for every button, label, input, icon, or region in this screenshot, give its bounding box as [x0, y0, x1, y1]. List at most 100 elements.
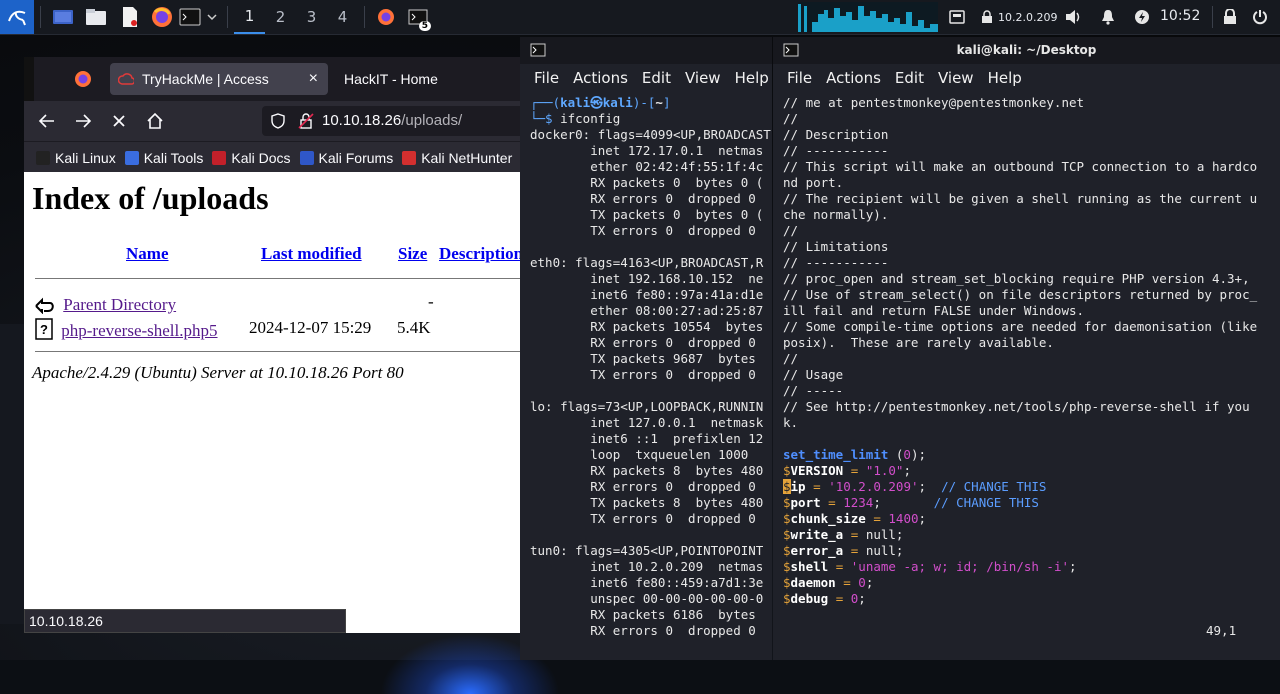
- vim-line: k.: [783, 415, 799, 430]
- terminal-icon[interactable]: [177, 0, 203, 34]
- logout-icon[interactable]: [1249, 0, 1271, 34]
- menu-actions[interactable]: Actions: [826, 69, 881, 87]
- bookmark-label: Kali NetHunter: [421, 149, 513, 166]
- url-text: 10.10.18.26/uploads/: [322, 112, 462, 129]
- prompt-user: kali: [560, 95, 591, 110]
- terminal-output-line: inet 127.0.0.1 netmask: [590, 415, 764, 430]
- menu-view[interactable]: View: [938, 69, 974, 87]
- text-editor-icon[interactable]: [113, 0, 147, 34]
- vpn-status[interactable]: 10.2.0.209: [980, 0, 1057, 34]
- desktop-icon[interactable]: [47, 0, 79, 34]
- firefox-icon[interactable]: [147, 0, 177, 34]
- terminal-menubar: File Actions Edit View Help: [520, 64, 772, 92]
- clock[interactable]: 10:52: [1160, 8, 1200, 24]
- terminal-output-line: RX errors 0 dropped 0: [530, 623, 756, 638]
- menu-edit[interactable]: Edit: [642, 69, 671, 87]
- screen-icon[interactable]: [946, 0, 968, 34]
- code-value: 1400: [888, 511, 919, 526]
- column-description-link[interactable]: Description: [439, 244, 522, 264]
- terminal-icon: [530, 43, 546, 57]
- panel-separator: [1212, 6, 1213, 28]
- bookmark-kali-docs[interactable]: Kali Docs: [212, 149, 291, 166]
- terminal-output-line: TX errors 0 dropped 0: [590, 223, 756, 238]
- back-arrow-icon[interactable]: [38, 112, 56, 134]
- bookmark-kali-tools[interactable]: Kali Tools: [124, 150, 203, 166]
- window-edge: [24, 57, 34, 101]
- terminal-output-line: TX errors 0 dropped 0: [590, 367, 756, 382]
- menu-actions[interactable]: Actions: [573, 69, 628, 87]
- terminal-titlebar: kali@kali: ~/Desktop: [773, 37, 1280, 64]
- column-size-link[interactable]: Size: [398, 244, 427, 264]
- terminal-output-line: inet6 fe80::97a:41a:d1e: [590, 287, 764, 302]
- file-manager-icon[interactable]: [79, 0, 113, 34]
- row-size: -: [428, 292, 434, 311]
- vim-comment-block: // me at pentestmonkey@pentestmonkey.net…: [783, 95, 1257, 431]
- column-name-link[interactable]: Name: [126, 244, 168, 264]
- chevron-down-icon[interactable]: [203, 0, 221, 34]
- php-reverse-shell-link[interactable]: php-reverse-shell.php5: [61, 321, 217, 340]
- vim-line: //: [783, 111, 799, 126]
- stop-icon[interactable]: [111, 113, 127, 133]
- vim-line: // Description: [783, 127, 889, 142]
- volume-icon[interactable]: [1062, 0, 1084, 34]
- vim-line: // -----: [783, 383, 844, 398]
- terminal-output-line: RX packets 8 bytes 480: [590, 463, 764, 478]
- menu-edit[interactable]: Edit: [895, 69, 924, 87]
- tab-hackit[interactable]: HackIT - Home: [344, 63, 522, 95]
- firefox-task-icon[interactable]: [371, 0, 401, 34]
- vim-line: nd port.: [783, 175, 844, 190]
- bookmark-kali-nethunter[interactable]: Kali NetHunter: [402, 150, 512, 166]
- workspace-2[interactable]: 2: [265, 0, 296, 34]
- power-icon[interactable]: [1131, 0, 1153, 34]
- workspace-1[interactable]: 1: [234, 0, 265, 34]
- address-bar[interactable]: 10.10.18.26/uploads/: [262, 106, 522, 136]
- panel-separator: [40, 6, 41, 28]
- firefox-view-icon[interactable]: [74, 70, 92, 92]
- prompt-dir: ~: [655, 95, 663, 110]
- kali-nethunter-icon: [402, 150, 417, 165]
- kali-forums-icon: [299, 150, 314, 165]
- code-value: 0: [858, 575, 866, 590]
- vim-line: // Use of stream_select() on file descri…: [783, 287, 1258, 302]
- terminal-output-line: inet6 fe80::459:a7d1:3e: [590, 575, 764, 590]
- tab-close-button[interactable]: ×: [309, 70, 318, 88]
- insecure-lock-icon: [298, 113, 314, 129]
- vim-line: // me at pentestmonkey@pentestmonkey.net: [783, 95, 1085, 110]
- lock-network-icon: [982, 10, 992, 23]
- tab-tryhackme[interactable]: TryHackMe | Access ×: [110, 63, 328, 95]
- column-last-modified-link[interactable]: Last modified: [261, 244, 362, 264]
- vim-line: // See http://pentestmonkey.net/tools/ph…: [783, 399, 1250, 414]
- terminal-output-line: tun0: flags=4305<UP,POINTOPOINT: [530, 543, 764, 558]
- menu-help[interactable]: Help: [735, 69, 769, 87]
- terminal-output-line: docker0: flags=4099<UP,BROADCAST: [530, 127, 771, 142]
- kali-menu-icon[interactable]: [0, 0, 34, 34]
- parent-directory-link[interactable]: Parent Directory: [63, 295, 176, 314]
- bookmark-kali-linux[interactable]: Kali Linux: [36, 150, 116, 166]
- menu-file[interactable]: File: [787, 69, 812, 87]
- menu-view[interactable]: View: [685, 69, 721, 87]
- terminal-output-line: RX packets 0 bytes 0 (: [590, 175, 764, 190]
- workspace-4[interactable]: 4: [327, 0, 358, 34]
- lock-icon[interactable]: [1219, 0, 1241, 34]
- bookmark-kali-forums[interactable]: Kali Forums: [299, 150, 393, 166]
- terminal-task-icon[interactable]: 5: [401, 0, 435, 34]
- forward-arrow-icon[interactable]: [74, 112, 92, 134]
- terminal-titlebar: [520, 37, 772, 64]
- code-value: null: [865, 543, 896, 558]
- menu-file[interactable]: File: [534, 69, 559, 87]
- home-icon[interactable]: [146, 112, 164, 134]
- terminal-menubar: File Actions Edit View Help: [773, 64, 1280, 92]
- code-value: 0: [903, 447, 911, 462]
- kali-tools-icon: [124, 150, 139, 165]
- code-comment: // CHANGE THIS: [941, 479, 1047, 494]
- menu-help[interactable]: Help: [988, 69, 1022, 87]
- bell-icon[interactable]: [1097, 0, 1119, 34]
- bookmark-label: Kali Linux: [55, 149, 116, 166]
- bookmark-label: Kali Docs: [231, 149, 291, 166]
- terminal-output-line: ether 02:42:4f:55:1f:4c: [590, 159, 764, 174]
- row-size: 5.4K: [397, 318, 431, 337]
- prompt-host: kali: [602, 95, 633, 110]
- row-modified: 2024-12-07 15:29: [249, 318, 372, 337]
- workspace-3[interactable]: 3: [296, 0, 327, 34]
- terminal-output-line: RX errors 0 dropped 0: [590, 191, 756, 206]
